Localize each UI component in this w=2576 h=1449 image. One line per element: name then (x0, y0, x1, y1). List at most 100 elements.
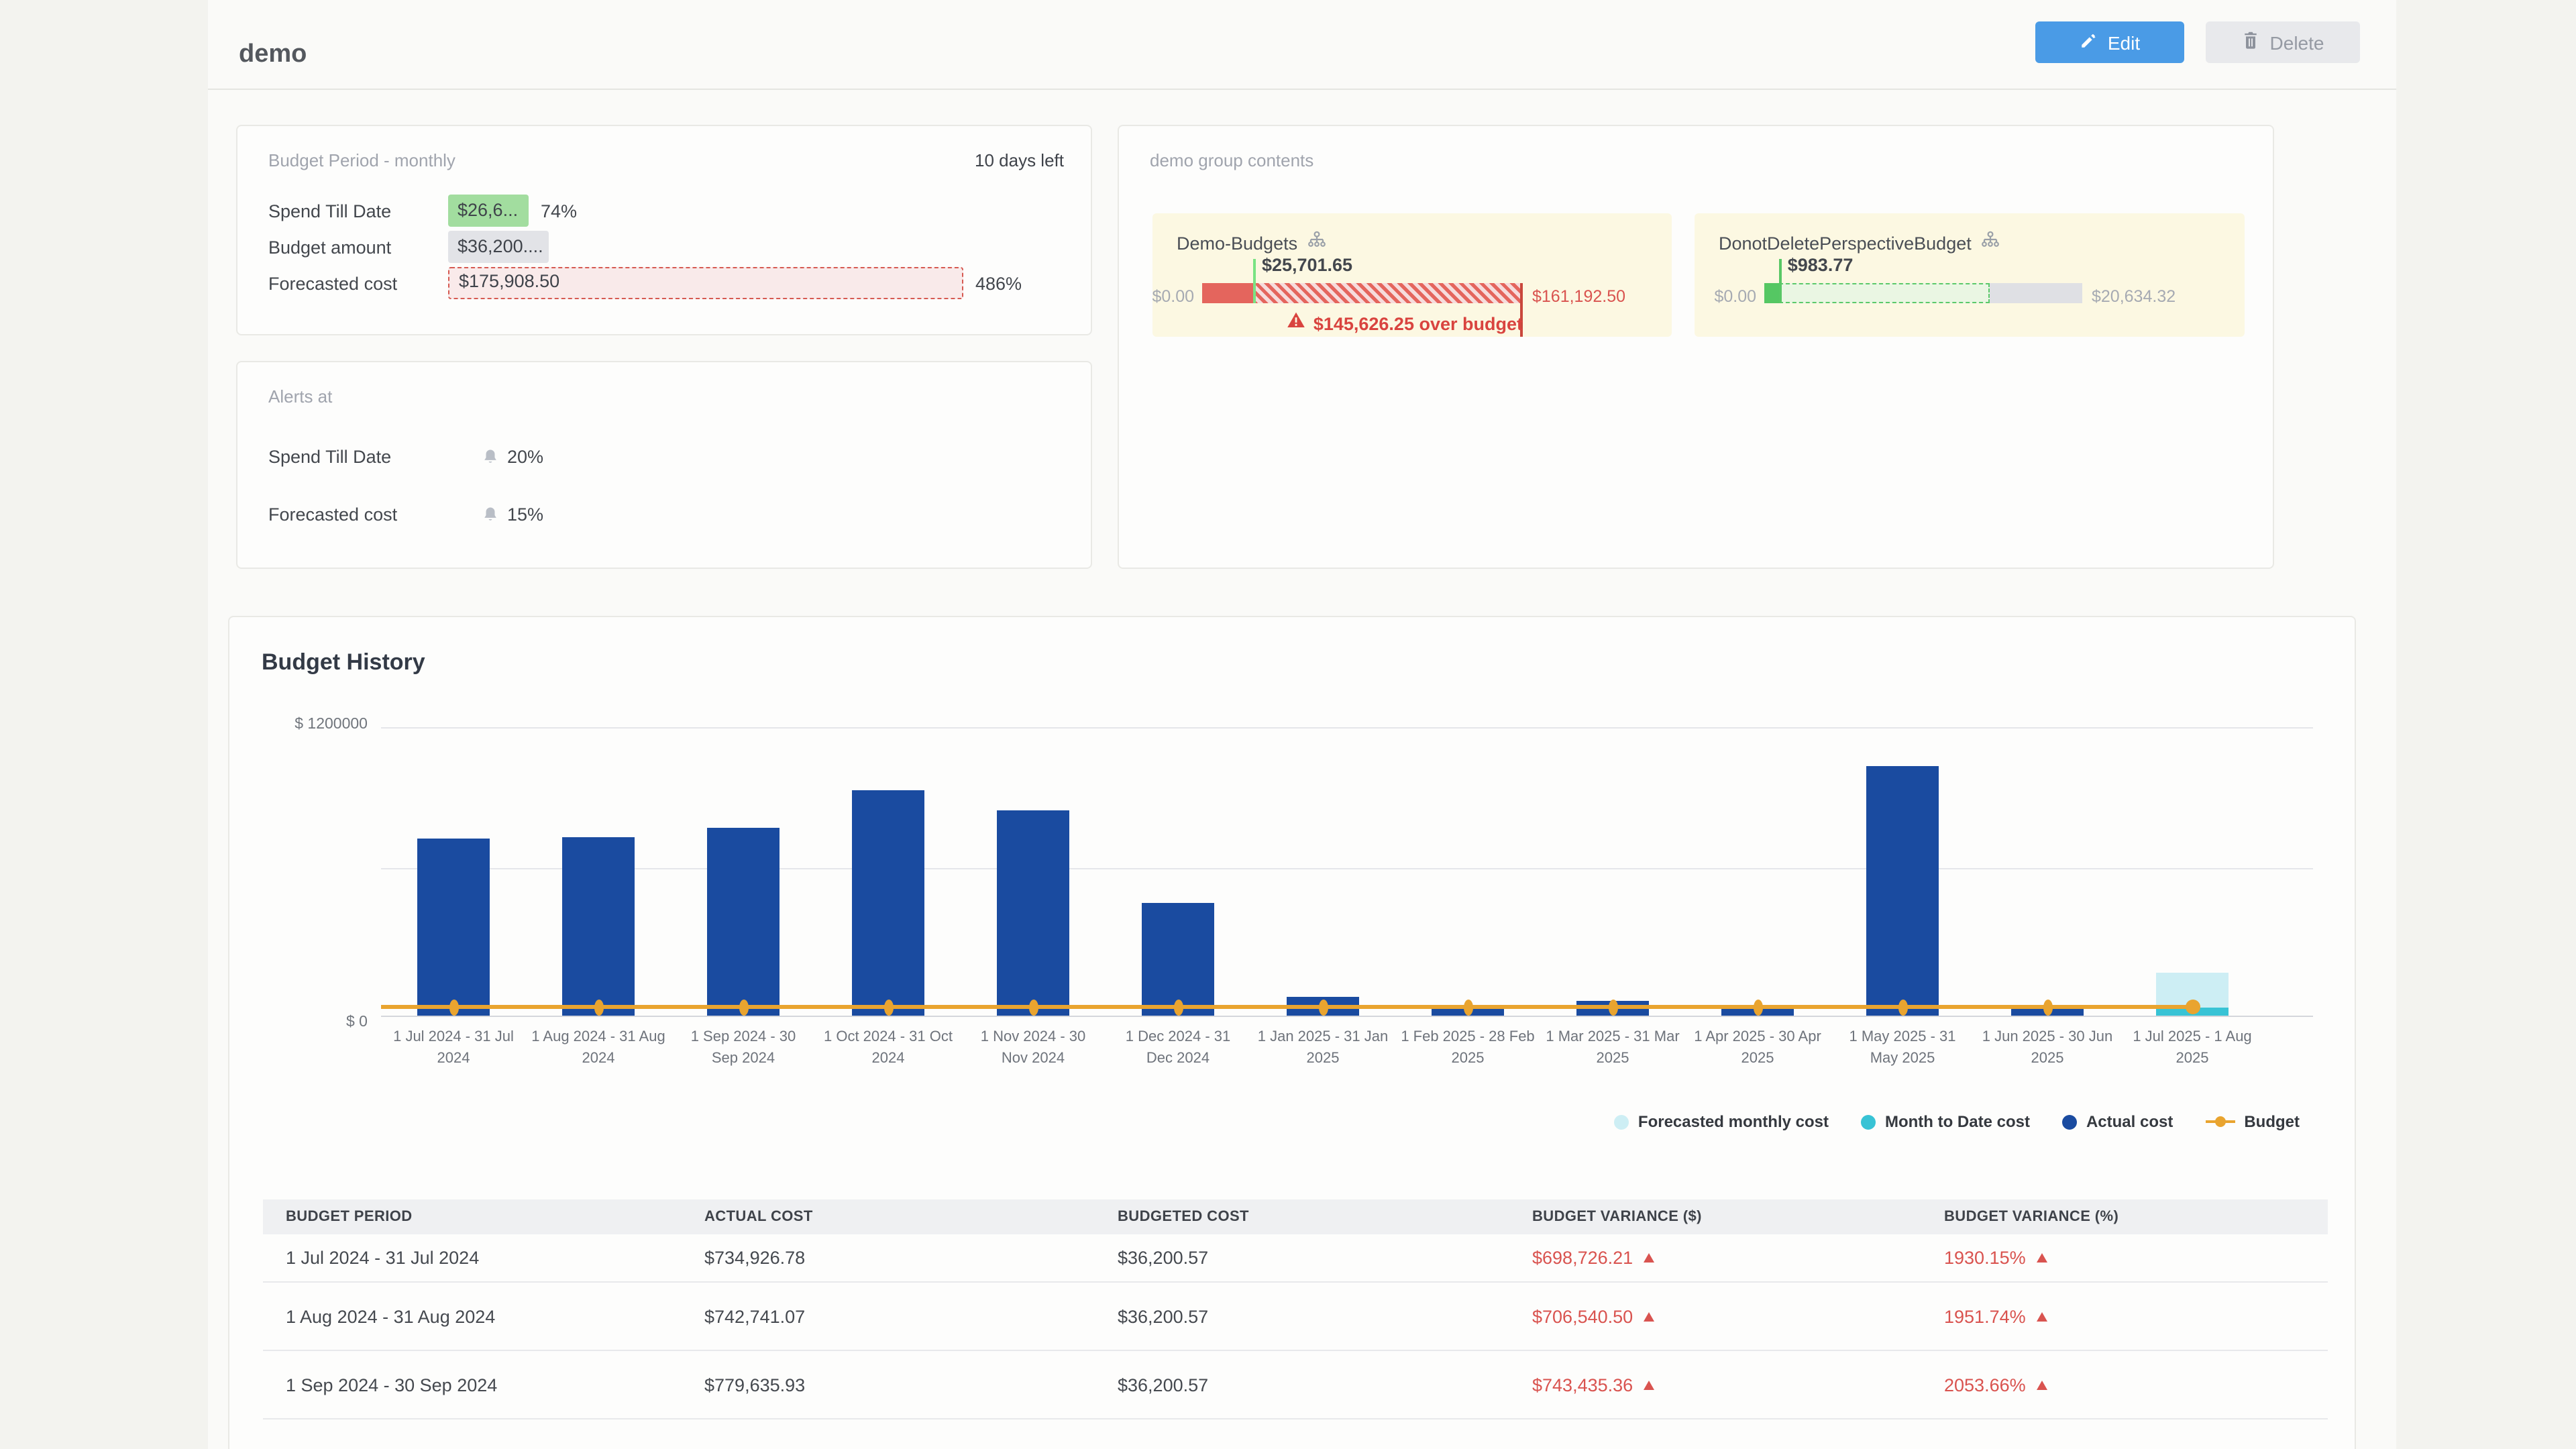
spend-marker-label: $25,701.65 (1262, 255, 1352, 275)
variance-up-icon (1644, 1380, 1654, 1389)
budget-metric-row: Forecasted cost$175,908.50486% (268, 267, 1072, 299)
x-axis-label: 1 Sep 2024 - 30 Sep 2024 (676, 1026, 810, 1069)
content-column: demo Edit Delete Budget Period - monthly… (208, 0, 2396, 1449)
legend-dot-icon (1614, 1114, 1629, 1129)
x-axis-label: 1 Jun 2025 - 30 Jun 2025 (1980, 1026, 2114, 1069)
cell-variance-pct: 1930.15% (1944, 1248, 2328, 1268)
chart-bar-actual[interactable] (1142, 903, 1214, 1016)
budget-usage-bar (1764, 283, 2082, 303)
cell-budgeted-cost: $36,200.57 (1118, 1306, 1532, 1326)
chart-bar-actual[interactable] (562, 837, 635, 1016)
bar-spend-segment (1202, 283, 1254, 303)
budget-legend-marker-icon (2205, 1114, 2235, 1129)
x-axis-label: 1 Mar 2025 - 31 Mar 2025 (1546, 1026, 1680, 1069)
budget-period-card-header: Budget Period - monthly (268, 150, 455, 170)
legend-item[interactable]: Month to Date cost (1861, 1112, 2030, 1131)
group-contents-card: demo group contents Demo-Budgets$0.00$25… (1118, 125, 2274, 569)
metric-percent: 486% (975, 273, 1022, 293)
legend-item[interactable]: Actual cost (2062, 1112, 2173, 1131)
budget-period-rows: Spend Till Date$26,6...74%Budget amount$… (268, 195, 1072, 303)
warning-triangle-icon (1287, 311, 1305, 335)
budget-marker[interactable] (883, 999, 893, 1015)
metric-value-chip: $175,908.50 (448, 267, 963, 299)
bar-remaining-segment (1990, 283, 2082, 303)
budget-tile[interactable]: Demo-Budgets$0.00$25,701.65$161,192.50$1… (1152, 213, 1672, 337)
alert-row: Forecasted cost15% (268, 498, 543, 530)
legend-item[interactable]: Budget (2205, 1112, 2300, 1131)
metric-label: Budget amount (268, 237, 448, 257)
chart-bar-actual[interactable] (417, 839, 490, 1016)
gridline-max (381, 727, 2313, 729)
budget-marker[interactable] (449, 999, 458, 1015)
delete-button-label: Delete (2270, 32, 2324, 53)
legend-item[interactable]: Forecasted monthly cost (1614, 1112, 1829, 1131)
budget-marker[interactable] (594, 999, 603, 1015)
variance-up-icon (2037, 1253, 2047, 1263)
budget-tile-title: DonotDeletePerspectiveBudget (1719, 231, 2001, 256)
delete-button[interactable]: Delete (2206, 21, 2360, 63)
column-header: BUDGET VARIANCE (%) (1944, 1209, 2328, 1225)
x-axis-label: 1 Jul 2024 - 31 Jul 2024 (386, 1026, 521, 1069)
budget-line (381, 1005, 2192, 1010)
chart-bar-actual[interactable] (1866, 765, 1939, 1016)
variance-pct-value: 1930.15% (1944, 1248, 2026, 1268)
bar-overbudget-segment (1254, 283, 1523, 303)
budget-marker[interactable] (1173, 999, 1183, 1015)
header-actions: Edit Delete (2035, 21, 2360, 63)
trash-icon (2242, 31, 2259, 54)
variance-usd-value: $698,726.21 (1532, 1248, 1633, 1268)
group-budget-tiles: Demo-Budgets$0.00$25,701.65$161,192.50$1… (1119, 126, 2273, 568)
budget-marker[interactable] (1753, 999, 1762, 1015)
cell-actual-cost: $742,741.07 (704, 1306, 1118, 1326)
bell-icon (482, 447, 499, 465)
chart-bar-actual[interactable] (707, 828, 780, 1016)
metric-percent: 74% (541, 201, 577, 221)
bar-spend-segment (1764, 283, 1780, 303)
overbudget-warning: $145,626.25 over budget (1287, 311, 1523, 335)
table-row: 1 Sep 2024 - 30 Sep 2024$779,635.93$36,2… (263, 1351, 2328, 1419)
variance-up-icon (1644, 1311, 1654, 1321)
alert-threshold-value: 15% (507, 504, 543, 524)
chart-bar-actual[interactable] (997, 810, 1069, 1016)
overbudget-warning-text: $145,626.25 over budget (1313, 313, 1523, 333)
column-header: ACTUAL COST (704, 1209, 1118, 1225)
budget-tile[interactable]: DonotDeletePerspectiveBudget$0.00$983.77… (1695, 213, 2245, 337)
variance-up-icon (2037, 1311, 2047, 1321)
x-axis-label: 1 Dec 2024 - 31 Dec 2024 (1111, 1026, 1245, 1069)
bar-end-label: $20,634.32 (2092, 287, 2176, 306)
column-header: BUDGET PERIOD (286, 1209, 704, 1225)
budget-marker[interactable] (2043, 999, 2052, 1015)
metric-label: Spend Till Date (268, 201, 448, 221)
budget-detail-page: demo Edit Delete Budget Period - monthly… (0, 0, 2576, 1449)
column-header: BUDGET VARIANCE ($) (1532, 1209, 1944, 1225)
budget-marker[interactable] (1608, 999, 1617, 1015)
budget-marker[interactable] (1318, 999, 1328, 1015)
x-axis-label: 1 Oct 2024 - 31 Oct 2024 (821, 1026, 955, 1069)
budget-marker[interactable] (2185, 1000, 2200, 1014)
pencil-icon (2080, 32, 2097, 53)
cell-variance-pct: 2053.66% (1944, 1375, 2328, 1395)
chart-legend: Forecasted monthly cost Month to Date cos… (1614, 1112, 2300, 1131)
budget-marker[interactable] (1898, 999, 1907, 1015)
legend-dot-icon (1861, 1114, 1876, 1129)
alert-threshold: 20% (482, 446, 543, 466)
budget-marker[interactable] (1463, 999, 1472, 1015)
alert-label: Spend Till Date (268, 446, 482, 466)
budget-period-card: Budget Period - monthly 10 days left Spe… (236, 125, 1092, 335)
cell-variance-usd: $706,540.50 (1532, 1306, 1944, 1326)
budget-history-table: BUDGET PERIODACTUAL COSTBUDGETED COSTBUD… (263, 1199, 2328, 1419)
variance-up-icon (2037, 1380, 2047, 1389)
budget-tile-title: Demo-Budgets (1177, 231, 1327, 256)
cell-budget-period: 1 Jul 2024 - 31 Jul 2024 (286, 1248, 704, 1268)
cell-budget-period: 1 Sep 2024 - 30 Sep 2024 (286, 1375, 704, 1395)
budget-marker[interactable] (1028, 999, 1038, 1015)
edit-button[interactable]: Edit (2035, 21, 2184, 63)
bar-start-label: $0.00 (1146, 287, 1194, 306)
alert-row: Spend Till Date20% (268, 440, 543, 472)
legend-label: Forecasted monthly cost (1638, 1112, 1829, 1131)
budget-marker[interactable] (739, 999, 748, 1015)
chart-bar-actual[interactable] (852, 791, 924, 1016)
budget-history-card: Budget History $ 1200000 $ 0 1 Jul 2024 … (228, 616, 2356, 1449)
cell-budget-period: 1 Aug 2024 - 31 Aug 2024 (286, 1306, 704, 1326)
x-axis-line (381, 1016, 2313, 1017)
